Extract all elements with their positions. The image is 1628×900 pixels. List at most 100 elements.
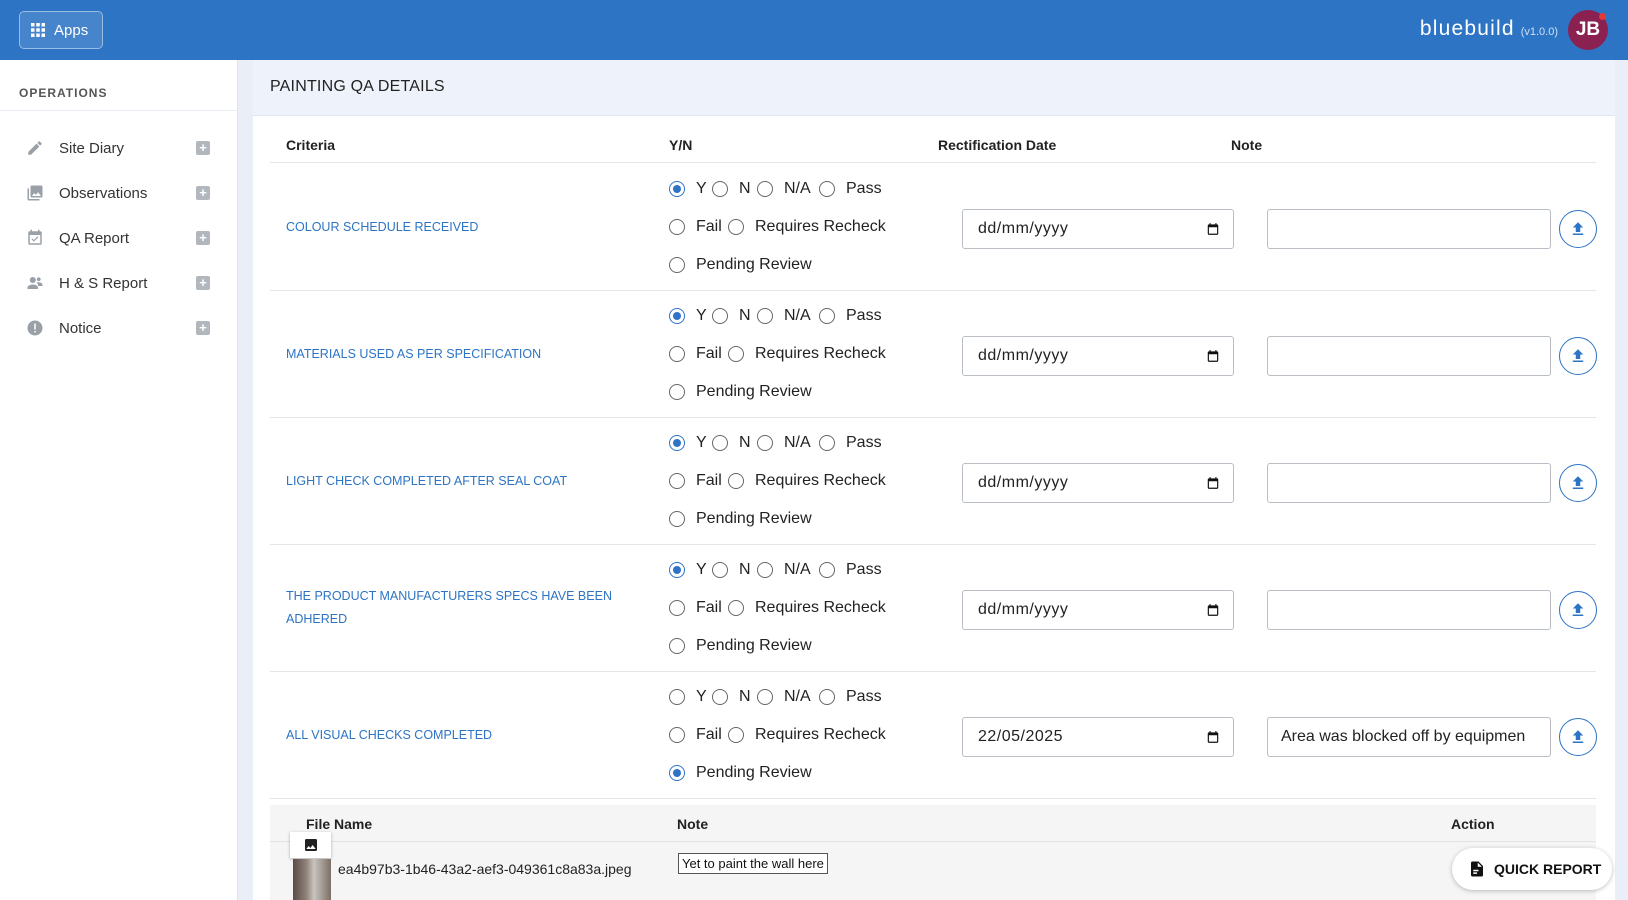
radio-circle[interactable] (669, 257, 685, 273)
radio-option[interactable]: Y (669, 561, 707, 579)
radio-circle[interactable] (757, 308, 773, 324)
radio-option[interactable]: Fail (669, 218, 722, 236)
note-input[interactable] (1267, 590, 1551, 630)
upload-button[interactable] (1559, 718, 1597, 756)
radio-circle[interactable] (728, 219, 744, 235)
sidebar-item-observations[interactable]: Observations + (0, 175, 238, 211)
rectification-date-input[interactable]: dd/mm/yyyy (962, 209, 1234, 249)
radio-circle[interactable] (757, 181, 773, 197)
note-input[interactable]: Area was blocked off by equipmen (1267, 717, 1551, 757)
radio-option[interactable]: N/A (757, 434, 811, 452)
radio-option[interactable]: N/A (757, 688, 811, 706)
radio-option[interactable]: N (712, 180, 751, 198)
upload-button[interactable] (1559, 210, 1597, 248)
radio-circle[interactable] (669, 638, 685, 654)
radio-option[interactable]: Y (669, 307, 707, 325)
add-notice-button[interactable]: + (196, 321, 210, 335)
radio-circle[interactable] (712, 435, 728, 451)
sidebar-item-qa-report[interactable]: QA Report + (0, 220, 238, 256)
radio-option[interactable]: N (712, 688, 751, 706)
radio-option[interactable]: Pass (819, 180, 882, 198)
radio-circle[interactable] (757, 562, 773, 578)
radio-circle[interactable] (819, 689, 835, 705)
radio-circle[interactable] (669, 219, 685, 235)
radio-option[interactable]: Pass (819, 688, 882, 706)
radio-option[interactable]: Pending Review (669, 383, 812, 401)
file-note-input[interactable]: Yet to paint the wall here (678, 853, 828, 874)
calendar-icon[interactable] (1206, 603, 1220, 617)
radio-option[interactable]: Y (669, 434, 707, 452)
radio-option[interactable]: Fail (669, 345, 722, 363)
radio-circle[interactable] (757, 689, 773, 705)
calendar-icon[interactable] (1206, 349, 1220, 363)
radio-circle[interactable] (669, 689, 685, 705)
radio-circle[interactable] (669, 727, 685, 743)
apps-button[interactable]: Apps (19, 11, 103, 49)
radio-option[interactable]: N/A (757, 561, 811, 579)
radio-option[interactable]: Pending Review (669, 764, 812, 782)
radio-circle[interactable] (669, 562, 685, 578)
upload-button[interactable] (1559, 591, 1597, 629)
radio-option[interactable]: Pending Review (669, 510, 812, 528)
rectification-date-input[interactable]: dd/mm/yyyy (962, 590, 1234, 630)
radio-option[interactable]: N (712, 307, 751, 325)
radio-option[interactable]: Pass (819, 434, 882, 452)
calendar-icon[interactable] (1206, 730, 1220, 744)
radio-option[interactable]: Fail (669, 726, 722, 744)
rectification-date-input[interactable]: 22/05/2025 (962, 717, 1234, 757)
rectification-date-input[interactable]: dd/mm/yyyy (962, 336, 1234, 376)
add-observation-button[interactable]: + (196, 186, 210, 200)
sidebar-item-site-diary[interactable]: Site Diary + (0, 130, 238, 166)
radio-circle[interactable] (757, 435, 773, 451)
calendar-icon[interactable] (1206, 222, 1220, 236)
radio-option[interactable]: Y (669, 180, 707, 198)
radio-circle[interactable] (819, 308, 835, 324)
add-site-diary-button[interactable]: + (196, 141, 210, 155)
calendar-icon[interactable] (1206, 476, 1220, 490)
upload-button[interactable] (1559, 337, 1597, 375)
radio-circle[interactable] (669, 600, 685, 616)
radio-option[interactable]: Y (669, 688, 707, 706)
radio-circle[interactable] (712, 181, 728, 197)
radio-option[interactable]: N (712, 434, 751, 452)
radio-circle[interactable] (728, 727, 744, 743)
radio-option[interactable]: Pending Review (669, 637, 812, 655)
note-input[interactable] (1267, 336, 1551, 376)
radio-circle[interactable] (669, 435, 685, 451)
radio-circle[interactable] (669, 473, 685, 489)
radio-circle[interactable] (819, 562, 835, 578)
radio-option[interactable]: Requires Recheck (728, 345, 886, 363)
note-input[interactable] (1267, 209, 1551, 249)
rectification-date-input[interactable]: dd/mm/yyyy (962, 463, 1234, 503)
file-thumbnail[interactable] (290, 832, 331, 900)
radio-option[interactable]: N/A (757, 307, 811, 325)
radio-circle[interactable] (669, 765, 685, 781)
radio-circle[interactable] (712, 308, 728, 324)
radio-option[interactable]: N (712, 561, 751, 579)
radio-option[interactable]: Requires Recheck (728, 599, 886, 617)
radio-circle[interactable] (669, 384, 685, 400)
radio-circle[interactable] (819, 435, 835, 451)
add-qa-report-button[interactable]: + (196, 231, 210, 245)
radio-circle[interactable] (728, 473, 744, 489)
radio-circle[interactable] (712, 562, 728, 578)
avatar[interactable]: JB (1568, 10, 1608, 50)
radio-circle[interactable] (669, 346, 685, 362)
radio-option[interactable]: Fail (669, 472, 722, 490)
radio-option[interactable]: Pass (819, 561, 882, 579)
radio-circle[interactable] (669, 308, 685, 324)
radio-circle[interactable] (728, 600, 744, 616)
upload-button[interactable] (1559, 464, 1597, 502)
note-input[interactable] (1267, 463, 1551, 503)
radio-option[interactable]: Requires Recheck (728, 726, 886, 744)
radio-circle[interactable] (669, 511, 685, 527)
radio-option[interactable]: Fail (669, 599, 722, 617)
radio-circle[interactable] (728, 346, 744, 362)
radio-option[interactable]: Pass (819, 307, 882, 325)
radio-option[interactable]: Requires Recheck (728, 218, 886, 236)
radio-circle[interactable] (819, 181, 835, 197)
sidebar-item-hs-report[interactable]: H & S Report + (0, 265, 238, 301)
quick-report-button[interactable]: QUICK REPORT (1452, 848, 1612, 890)
radio-circle[interactable] (712, 689, 728, 705)
radio-option[interactable]: Requires Recheck (728, 472, 886, 490)
